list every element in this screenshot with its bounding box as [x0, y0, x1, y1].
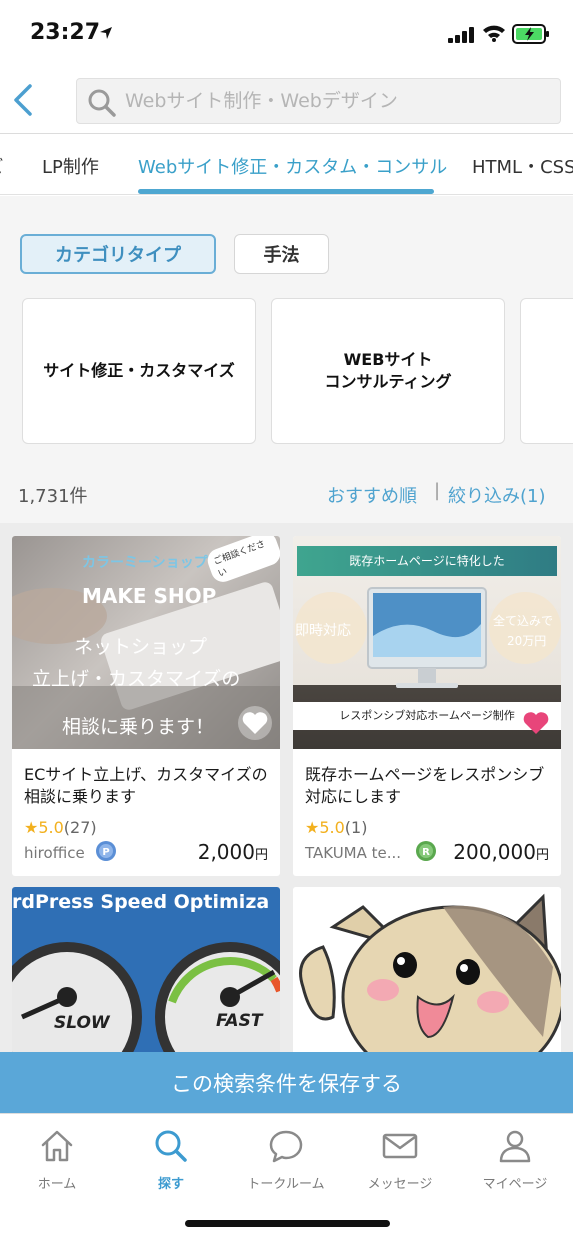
thumb-text-netshop: ネットショップ	[74, 636, 208, 658]
service-rating: ★5.0(1)	[305, 818, 367, 837]
signal-icon	[448, 27, 474, 43]
service-card[interactable]: 既存ホームページに特化した 即時対応 全て込みで 20万円 レスポンシブ対応ホー…	[293, 536, 561, 876]
price-unit: 円	[254, 848, 268, 863]
badge-letter: P	[102, 847, 109, 858]
seller-name: TAKUMA te...	[305, 844, 402, 862]
service-rating: ★5.0(27)	[24, 818, 97, 837]
thumb-left-circle: 即時対応	[295, 623, 351, 639]
favorite-heart-icon[interactable]	[519, 706, 553, 740]
rating-score: 5.0	[319, 818, 345, 837]
person-icon	[499, 1130, 531, 1163]
sort-button[interactable]: おすすめ順	[327, 482, 417, 508]
refine-button[interactable]: 絞り込み(1)	[448, 482, 546, 508]
tab-html-css[interactable]: HTML・CSS	[472, 153, 573, 179]
thumb-text-colorme: カラーミーショップ	[82, 555, 208, 571]
thumb-text-makeshop: MAKE SHOP	[82, 584, 217, 608]
category-type-button[interactable]: カテゴリタイプ	[20, 234, 216, 274]
thumb-right-circle-2: 20万円	[507, 634, 547, 648]
search-icon	[88, 89, 116, 117]
thumb-top-banner: 既存ホームページに特化した	[297, 546, 557, 576]
service-title: 既存ホームページをレスポンシブ対応にします	[305, 765, 545, 806]
nav-label: ホーム	[37, 1177, 77, 1192]
nav-label: 探す	[157, 1177, 184, 1192]
category-card-site-fix[interactable]: サイト修正・カスタマイズ	[22, 298, 256, 444]
category-card-label: サイト修正・カスタマイズ	[43, 361, 235, 381]
thumb-slow: SLOW	[54, 1013, 110, 1033]
chat-icon	[269, 1130, 303, 1163]
favorite-heart-icon[interactable]	[238, 706, 272, 740]
status-bar: 23:27	[0, 0, 573, 70]
nav-label: メッセージ	[367, 1177, 433, 1192]
thumb-fast: FAST	[216, 1011, 263, 1031]
nav-label: トークルーム	[247, 1177, 325, 1192]
platinum-badge-icon: P	[96, 841, 116, 861]
category-card-label-line2: コンサルティング	[324, 372, 452, 391]
rating-count: (1)	[344, 818, 368, 837]
category-card-next[interactable]	[520, 298, 573, 444]
service-title: ECサイト立上げ、カスタマイズの相談に乗ります	[24, 765, 268, 806]
method-button[interactable]: 手法	[234, 234, 329, 274]
nav-label: マイページ	[482, 1177, 548, 1192]
wifi-icon	[483, 25, 505, 42]
tab-web-design[interactable]: ビ	[0, 153, 4, 179]
search-input[interactable]	[125, 87, 545, 115]
nav-talkroom[interactable]: トークルーム	[231, 1124, 341, 1194]
regular-badge-icon: R	[416, 841, 436, 861]
result-count: 1,731件	[18, 486, 88, 507]
sort-separator: |	[434, 480, 441, 501]
mail-icon	[382, 1133, 418, 1159]
tab-web-customize[interactable]: Webサイト修正・カスタム・コンサル	[138, 153, 447, 179]
rating-score: 5.0	[38, 818, 64, 837]
service-price: 2,000円	[198, 840, 268, 864]
filter-area: カテゴリタイプ 手法 サイト修正・カスタマイズ WEBサイト コンサルティング …	[0, 196, 573, 523]
nav-mypage[interactable]: マイページ	[460, 1124, 570, 1194]
price-unit: 円	[535, 848, 549, 863]
search-header	[0, 70, 573, 134]
service-card[interactable]: カラーミーショップ ご相談ください MAKE SHOP ネットショップ 立上げ・…	[12, 536, 280, 876]
nav-home[interactable]: ホーム	[2, 1124, 112, 1194]
tab-lp[interactable]: LP制作	[42, 153, 99, 179]
star-icon: ★	[305, 818, 320, 837]
active-tab-indicator	[138, 189, 434, 194]
search-box[interactable]	[76, 78, 561, 124]
service-price: 200,000円	[453, 840, 549, 864]
save-search-button[interactable]: この検索条件を保存する	[0, 1052, 573, 1113]
price-value: 2,000	[197, 840, 255, 864]
battery-icon	[512, 24, 549, 44]
star-icon: ★	[24, 818, 39, 837]
back-arrow-icon[interactable]	[10, 82, 36, 118]
results-grid: カラーミーショップ ご相談ください MAKE SHOP ネットショップ 立上げ・…	[0, 523, 573, 1113]
location-arrow-icon	[100, 27, 112, 39]
search-icon	[155, 1130, 187, 1162]
thumb-text-setup: 立上げ・カスタマイズの	[32, 668, 241, 690]
thumb-text-consult: 相談に乗ります！	[62, 716, 215, 738]
category-card-consulting[interactable]: WEBサイト コンサルティング	[271, 298, 505, 444]
rating-count: (27)	[63, 818, 97, 837]
seller-name: hiroffice	[24, 844, 85, 862]
status-time: 23:27	[30, 20, 101, 45]
nav-search[interactable]: 探す	[116, 1124, 226, 1194]
thumb-banner: rdPress Speed Optimiza	[12, 891, 270, 913]
price-value: 200,000	[453, 840, 536, 864]
home-indicator	[185, 1220, 390, 1227]
badge-letter: R	[422, 847, 430, 858]
category-tabs: ビ LP制作 Webサイト修正・カスタム・コンサル HTML・CSS	[0, 135, 573, 195]
home-icon	[41, 1130, 73, 1162]
nav-message[interactable]: メッセージ	[345, 1124, 455, 1194]
thumb-right-circle-1: 全て込みで	[493, 614, 554, 628]
category-card-label-line1: WEBサイト	[343, 350, 433, 370]
